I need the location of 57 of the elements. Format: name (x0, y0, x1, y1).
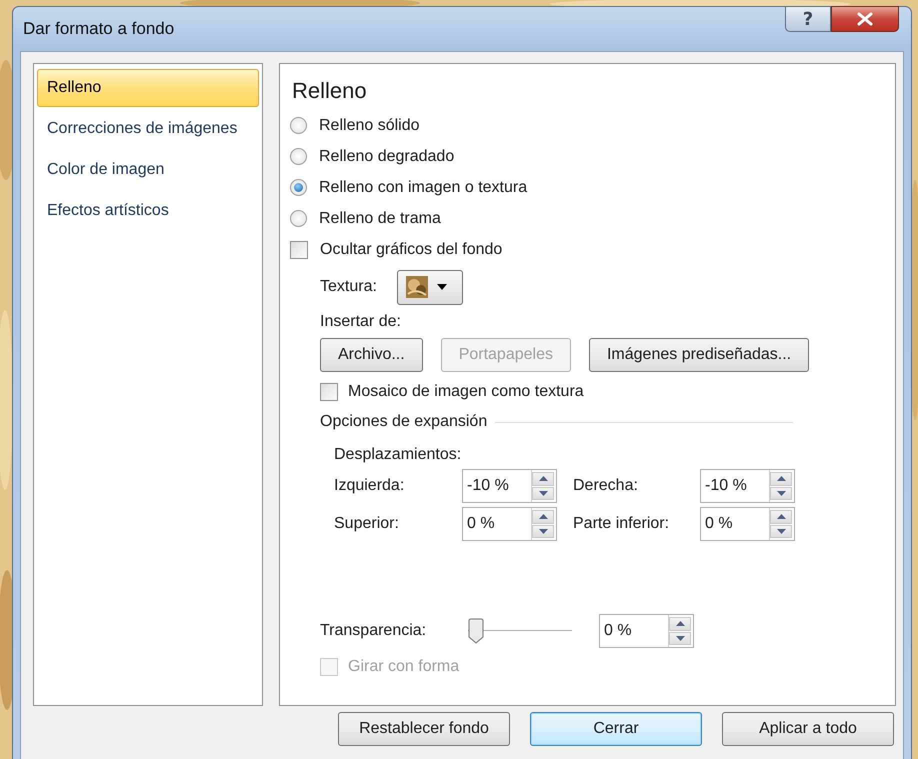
dialog-button[interactable]: Aplicar a todo (722, 712, 894, 746)
spin-up-icon[interactable] (770, 472, 792, 486)
spin-down-icon[interactable] (770, 524, 792, 538)
close-icon (856, 12, 874, 26)
texture-dropdown[interactable] (396, 270, 463, 304)
radio-button[interactable] (290, 179, 307, 196)
group-heading: Opciones de expansión (320, 413, 488, 431)
radio-label: Relleno con imagen o textura (319, 178, 528, 196)
field-label: Insertar de: (320, 313, 401, 331)
dialog-button[interactable]: Restablecer fondo (338, 712, 510, 746)
caret-icon (436, 283, 448, 291)
slider-thumb[interactable] (468, 618, 484, 644)
checkbox-label: Mosaico de imagen como textura (348, 382, 584, 400)
field-label: Parte inferior: (573, 515, 670, 533)
field-label: Superior: (334, 515, 400, 533)
radio-label: Relleno degradado (319, 148, 454, 166)
field-label: Transparencia: (320, 622, 428, 640)
help-button[interactable]: ? (785, 6, 831, 32)
spin-down-icon[interactable] (532, 524, 554, 538)
field-label: Textura: (320, 278, 377, 296)
window-title: Dar formato a fondo (23, 19, 174, 39)
field-label: Derecha: (573, 477, 639, 495)
texture-swatch-icon (406, 276, 428, 298)
field-label: Izquierda: (334, 477, 406, 495)
checkbox[interactable] (320, 382, 338, 400)
spin-field[interactable]: 0 % (599, 614, 694, 648)
spin-up-icon[interactable] (532, 472, 554, 486)
insert-button: Portapapeles (440, 338, 571, 372)
spin-down-icon[interactable] (532, 486, 554, 500)
spin-field[interactable]: -10 % (462, 469, 557, 503)
spin-up-icon[interactable] (770, 510, 792, 524)
sidebar-item[interactable]: Relleno (37, 69, 259, 107)
spin-field[interactable]: 0 % (462, 507, 557, 541)
section-heading: Relleno (292, 78, 368, 104)
spin-up-icon[interactable] (532, 510, 554, 524)
checkbox-label: Ocultar gráficos del fondo (320, 240, 502, 258)
spin-field[interactable]: -10 % (700, 469, 795, 503)
radio-label: Relleno de trama (319, 210, 441, 228)
insert-button[interactable]: Imágenes prediseñadas... (588, 338, 810, 372)
slider-track[interactable] (468, 616, 572, 646)
insert-button[interactable]: Archivo... (320, 338, 423, 372)
sidebar-item[interactable]: Efectos artísticos (37, 192, 259, 230)
dialog-button[interactable]: Cerrar (530, 712, 702, 746)
spin-down-icon[interactable] (770, 486, 792, 500)
checkbox-label: Girar con forma (348, 658, 460, 676)
close-button[interactable] (831, 6, 899, 32)
spin-field[interactable]: 0 % (700, 507, 795, 541)
radio-label: Relleno sólido (319, 116, 420, 134)
sidebar-item[interactable]: Color de imagen (37, 151, 259, 189)
group-label: Desplazamientos: (334, 445, 462, 465)
radio-button[interactable] (290, 148, 307, 165)
radio-button[interactable] (290, 210, 307, 227)
spin-down-icon[interactable] (669, 632, 691, 645)
spin-up-icon[interactable] (669, 617, 691, 630)
checkbox[interactable] (290, 240, 308, 258)
radio-button[interactable] (290, 117, 307, 134)
sidebar-item[interactable]: Correcciones de imágenes (37, 110, 259, 148)
